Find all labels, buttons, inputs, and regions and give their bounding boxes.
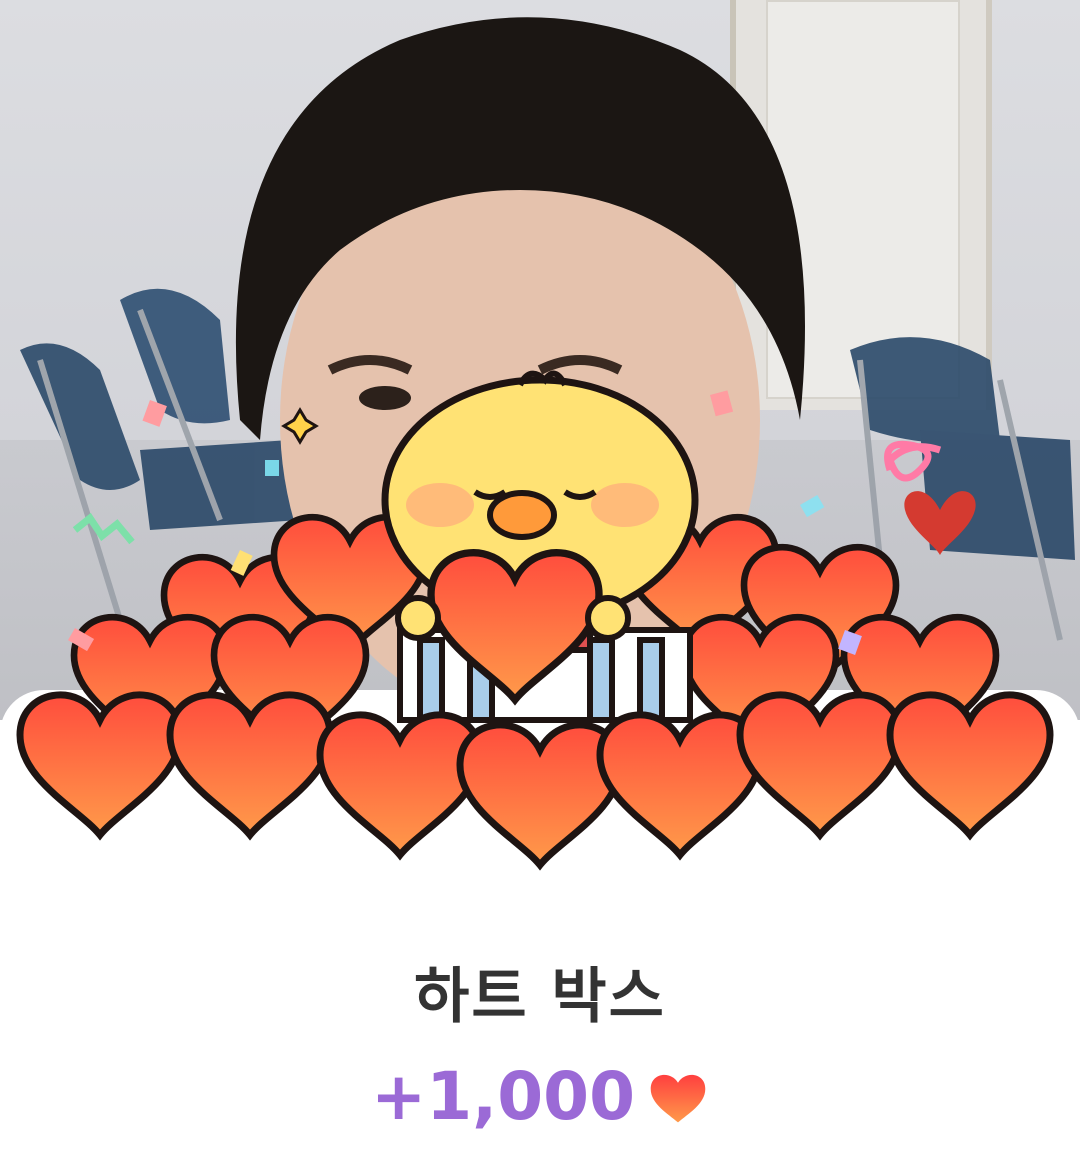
reward-title: 하트 박스 xyxy=(414,962,666,1032)
reward-amount: +1,000 xyxy=(370,1058,636,1135)
heart-icon xyxy=(650,1074,706,1122)
reward-amount-row: +1,000 xyxy=(0,1058,1080,1135)
heart-box-illustration xyxy=(0,370,1080,900)
